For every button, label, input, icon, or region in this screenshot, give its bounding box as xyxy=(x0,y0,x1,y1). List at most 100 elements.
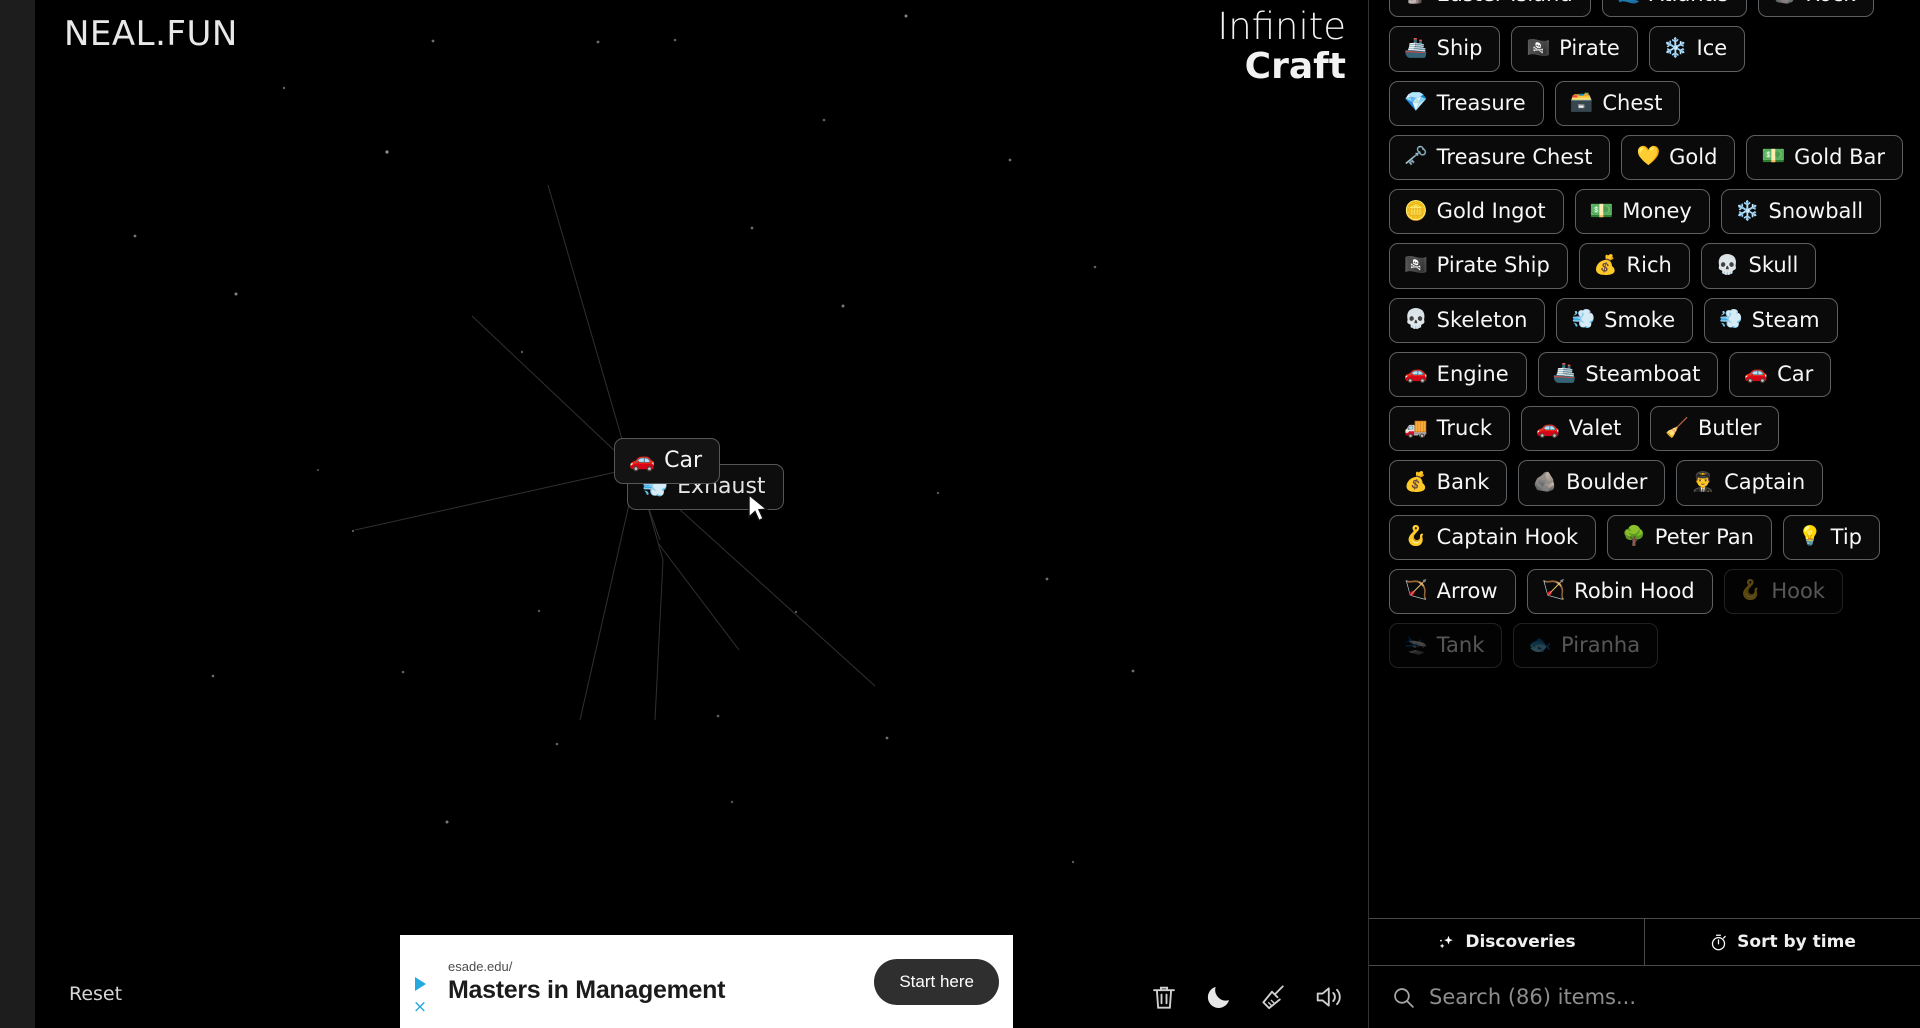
ship-emoji: 🚢 xyxy=(1404,36,1428,59)
sidebar-item-hook[interactable]: 🪝 Hook xyxy=(1723,568,1843,614)
infinite-craft-app: NEAL.FUN Infinite Craft 💨 Exhaust 🚗 Car … xyxy=(0,0,1920,1028)
wave-emoji: 🌊 xyxy=(1617,0,1641,4)
search-icon xyxy=(1394,987,1414,1008)
yellow-heart-emoji: 💛 xyxy=(1636,145,1661,168)
card-box-emoji: 🗃️ xyxy=(1569,91,1594,114)
sidebar-item-ice[interactable]: ❄️ Ice xyxy=(1648,26,1746,72)
sidebar-item-engine[interactable]: 🚗 Engine xyxy=(1389,351,1527,397)
sidebar-item-atlantis[interactable]: 🌊 Atlantis xyxy=(1601,0,1747,18)
sidebar-item-bank[interactable]: 💰 Bank xyxy=(1389,460,1508,506)
ad-url: esade.edu/ xyxy=(448,958,513,974)
canvas-item-label: Car xyxy=(664,448,703,473)
ad-cta-button[interactable]: Start here xyxy=(874,958,999,1005)
broom-icon[interactable] xyxy=(1259,982,1289,1012)
canvas-item-car[interactable]: 🚗 Car xyxy=(614,438,721,484)
sidebar-item-rock[interactable]: 🪨 Rock xyxy=(1757,0,1874,18)
sidebar-item-valet[interactable]: 🚗 Valet xyxy=(1521,406,1640,452)
sidebar-item-peter-pan[interactable]: 🌳 Peter Pan xyxy=(1607,514,1772,560)
trash-icon[interactable] xyxy=(1149,982,1179,1012)
truck-emoji: 🚚 xyxy=(1404,416,1428,439)
close-icon[interactable]: × xyxy=(413,999,427,1016)
sidebar-item-boulder[interactable]: 🪨 Boulder xyxy=(1518,460,1666,506)
moai-emoji: 🗿 xyxy=(1404,0,1428,4)
sidebar-item-skeleton[interactable]: 💀 Skeleton xyxy=(1389,297,1546,343)
tab-label: Discoveries xyxy=(1465,932,1576,952)
sidebar-item-label: Money xyxy=(1622,199,1692,223)
money-bag-emoji: 💰 xyxy=(1404,470,1428,493)
sidebar-item-label: Skull xyxy=(1748,253,1799,278)
reset-button[interactable]: Reset xyxy=(69,983,122,1005)
sidebar-item-smoke[interactable]: 💨 Smoke xyxy=(1556,297,1694,343)
pilot-emoji: 👨‍✈️ xyxy=(1691,470,1716,493)
sidebar-item-gold-bar[interactable]: 💵 Gold Bar xyxy=(1746,134,1903,180)
broom-emoji: 🧹 xyxy=(1665,416,1690,439)
sidebar-item-label: Rich xyxy=(1626,253,1672,278)
tree-emoji: 🌳 xyxy=(1622,525,1646,548)
sidebar-item-label: Hook xyxy=(1771,578,1825,603)
sidebar-item-label: Captain Hook xyxy=(1436,524,1579,549)
ad-controls[interactable]: × xyxy=(400,935,440,1028)
crafting-canvas[interactable]: NEAL.FUN Infinite Craft 💨 Exhaust 🚗 Car … xyxy=(35,0,1368,1028)
neal-fun-logo[interactable]: NEAL.FUN xyxy=(64,14,238,54)
sidebar-item-steamboat[interactable]: 🚢 Steamboat xyxy=(1537,351,1719,397)
sidebar-item-label: Treasure xyxy=(1436,90,1526,115)
ship-emoji: 🚢 xyxy=(1552,362,1577,385)
items-scroll-area[interactable]: 🗿 Easter Island 🌊 Atlantis 🪨 Rock 🚢 Ship 🏴‍☠️ Pir… xyxy=(1369,0,1920,918)
snowflake-emoji: ❄️ xyxy=(1735,199,1760,222)
gem-emoji: 💎 xyxy=(1404,91,1428,114)
search-bar[interactable] xyxy=(1369,966,1920,1028)
sidebar-item-label: Smoke xyxy=(1604,307,1676,332)
sidebar-item-label: Robin Hood xyxy=(1574,578,1695,603)
item-list: 🗿 Easter Island 🌊 Atlantis 🪨 Rock 🚢 Ship 🏴‍☠️ Pir… xyxy=(1389,0,1906,669)
sidebar-item-robin-hood[interactable]: 🏹 Robin Hood xyxy=(1526,568,1713,614)
rock-emoji: 🪨 xyxy=(1533,470,1558,493)
sidebar-item-label: Engine xyxy=(1436,361,1509,386)
sidebar-item-label: Valet xyxy=(1568,416,1622,440)
sidebar-item-pirate-ship[interactable]: 🏴‍☠️ Pirate Ship xyxy=(1389,243,1568,289)
tab-discoveries[interactable]: Discoveries xyxy=(1369,919,1644,965)
sidebar-item-money[interactable]: 💵 Money xyxy=(1574,189,1710,235)
ad-text: esade.edu/ Masters in Management xyxy=(440,959,874,1005)
title-line-2: Craft xyxy=(1244,46,1346,87)
sidebar-item-car[interactable]: 🚗 Car xyxy=(1729,351,1832,397)
sidebar-item-label: Butler xyxy=(1698,416,1762,440)
sidebar-item-chest[interactable]: 🗃️ Chest xyxy=(1554,80,1681,126)
search-input[interactable] xyxy=(1429,985,1902,1009)
sidebar-item-gold-ingot[interactable]: 🪙 Gold Ingot xyxy=(1389,189,1564,235)
moon-icon[interactable] xyxy=(1204,982,1234,1012)
sidebar-item-label: Car xyxy=(1777,361,1814,386)
sidebar-item-label: Pirate xyxy=(1559,36,1620,61)
sidebar-item-label: Atlantis xyxy=(1649,0,1728,7)
car-emoji: 🚗 xyxy=(1536,416,1560,439)
sidebar-item-ship[interactable]: 🚢 Ship xyxy=(1389,26,1501,72)
advertisement-banner[interactable]: × esade.edu/ Masters in Management Start… xyxy=(400,935,1013,1028)
sidebar-item-pirate[interactable]: 🏴‍☠️ Pirate xyxy=(1511,26,1638,72)
sidebar-item-butler[interactable]: 🧹 Butler xyxy=(1650,406,1780,452)
sidebar-item-tank[interactable]: 🛬 Tank xyxy=(1389,623,1503,669)
sidebar-item-captain[interactable]: 👨‍✈️ Captain xyxy=(1676,460,1824,506)
sidebar-item-steam[interactable]: 💨 Steam xyxy=(1704,297,1838,343)
tank-emoji: 🛬 xyxy=(1404,633,1428,656)
sidebar-item-label: Ice xyxy=(1696,36,1728,61)
sidebar-item-rich[interactable]: 💰 Rich xyxy=(1578,243,1690,289)
sidebar-item-gold[interactable]: 💛 Gold xyxy=(1621,134,1736,180)
money-bag-emoji: 💰 xyxy=(1593,253,1618,276)
sidebar-item-snowball[interactable]: ❄️ Snowball xyxy=(1720,189,1882,235)
sidebar-item-label: Tank xyxy=(1436,633,1485,657)
canvas-toolbar xyxy=(1149,982,1346,1012)
tab-sort-by-time[interactable]: Sort by time xyxy=(1644,919,1920,965)
adchoices-icon[interactable] xyxy=(414,977,426,991)
sidebar-item-treasure[interactable]: 💎 Treasure xyxy=(1389,80,1544,126)
sidebar-item-label: Bank xyxy=(1436,470,1490,495)
sidebar-item-tip[interactable]: 💡 Tip xyxy=(1782,514,1881,560)
car-emoji: 🚗 xyxy=(1744,362,1769,385)
sidebar-item-treasure-chest[interactable]: 🗝️ Treasure Chest xyxy=(1389,134,1611,180)
sidebar-item-truck[interactable]: 🚚 Truck xyxy=(1389,406,1511,452)
sidebar-item-piranha[interactable]: 🐟 Piranha xyxy=(1513,623,1659,669)
sidebar-item-captain-hook[interactable]: 🪝 Captain Hook xyxy=(1389,514,1597,560)
sidebar-item-arrow[interactable]: 🏹 Arrow xyxy=(1389,568,1516,614)
sidebar-item-skull[interactable]: 💀 Skull xyxy=(1700,243,1817,289)
speaker-icon[interactable] xyxy=(1314,982,1346,1012)
key-emoji: 🗝️ xyxy=(1404,145,1428,168)
sidebar-item-easter-island[interactable]: 🗿 Easter Island xyxy=(1389,0,1591,18)
